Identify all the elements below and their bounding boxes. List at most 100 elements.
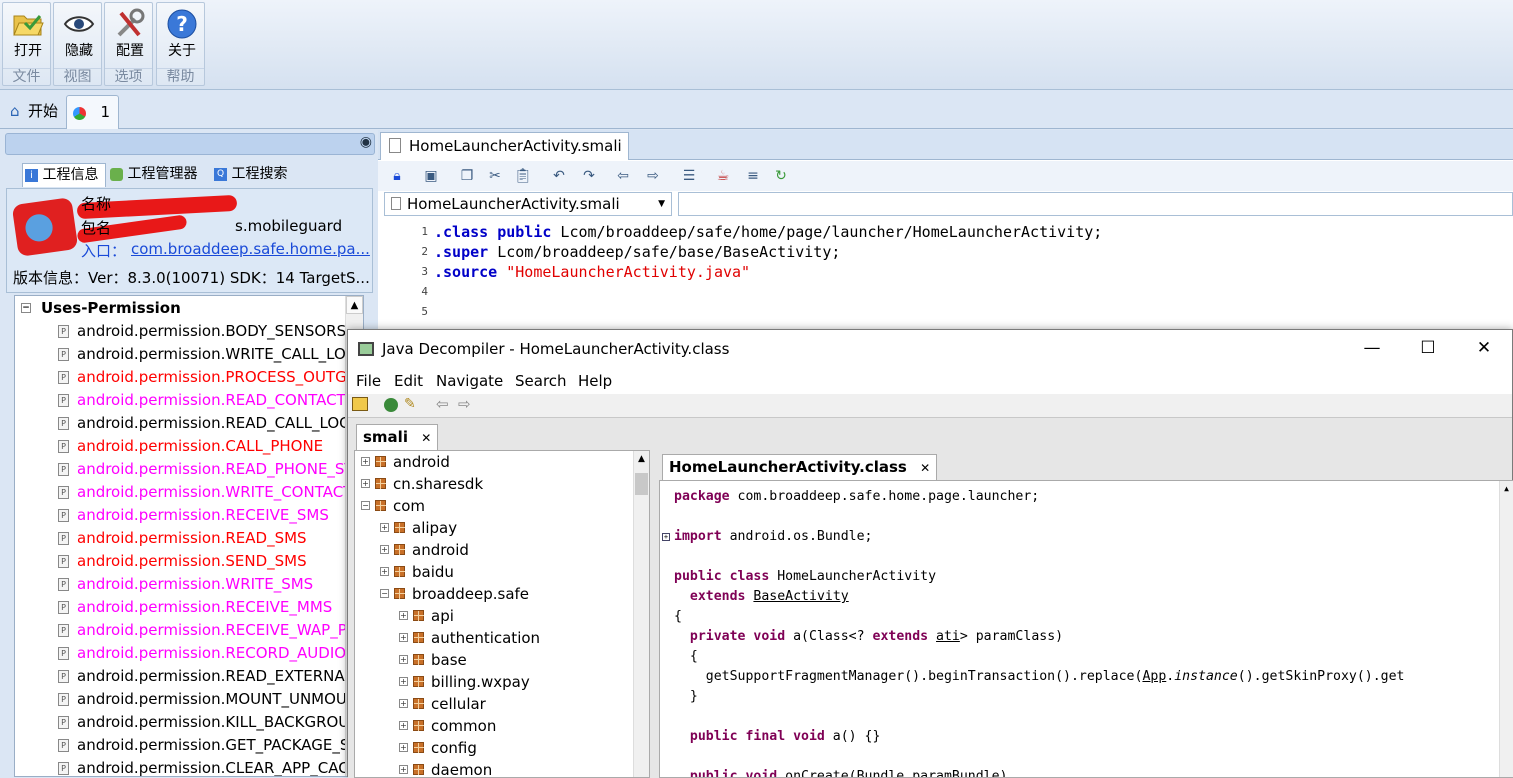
smali-tab[interactable]: smali ✕ [356,424,439,450]
collapse-icon[interactable]: − [21,303,31,313]
tab-home[interactable]: ⌂ 开始 [4,95,64,129]
menu-help[interactable]: Help [578,368,612,394]
permission-item[interactable]: Pandroid.permission.PROCESS_OUTGOING_CAL… [15,366,363,389]
permission-item[interactable]: Pandroid.permission.READ_PHONE_STATE [15,458,363,481]
redo-icon[interactable]: ↷ [580,167,598,185]
permission-item[interactable]: Pandroid.permission.READ_SMS [15,527,363,550]
java-icon[interactable]: ☕︎ [714,167,732,185]
open-button[interactable]: 打开 [3,3,53,71]
menu-file[interactable]: File [356,368,381,394]
collapse-icon[interactable]: − [361,501,370,510]
tree-node[interactable]: + base [355,649,649,671]
type-link[interactable]: ati [936,629,960,644]
tab-project-manager[interactable]: 工程管理器 [110,163,197,187]
tree-node[interactable]: + common [355,715,649,737]
app-link[interactable]: App [1142,669,1166,684]
code-scrollbar[interactable]: ▲ [1499,481,1513,777]
format-icon[interactable]: ☰ [680,167,698,185]
jd-title-bar[interactable]: Java Decompiler - HomeLauncherActivity.c… [348,330,1512,368]
eye-toggle-icon[interactable]: ◉ [360,134,372,150]
permission-item[interactable]: Pandroid.permission.READ_CONTACTS [15,389,363,412]
collapse-icon[interactable]: − [380,589,389,598]
expand-icon[interactable]: + [399,765,408,774]
permission-item[interactable]: Pandroid.permission.SEND_SMS [15,550,363,573]
expand-icon[interactable]: + [399,699,408,708]
hide-panel-button[interactable]: 隐藏面板 [54,3,104,57]
permission-item[interactable]: Pandroid.permission.KILL_BACKGROUND_PROC… [15,711,363,734]
close-tab-icon[interactable]: ✕ [421,431,431,445]
undo-icon[interactable]: ↶ [550,167,568,185]
open-type-icon[interactable] [384,398,398,412]
tree-node[interactable]: + android [355,539,649,561]
tree-scroll-up[interactable]: ▲ [634,451,649,467]
class-tab[interactable]: HomeLauncherActivity.class ✕ [662,454,938,480]
expand-icon[interactable]: + [399,677,408,686]
list-icon[interactable]: ≡ [744,167,762,185]
tree-node[interactable]: + api [355,605,649,627]
tree-scrollbar[interactable]: ▲ [633,451,649,777]
tree-node[interactable]: + config [355,737,649,759]
expand-icon[interactable]: + [380,545,389,554]
permission-item[interactable]: Pandroid.permission.BODY_SENSORS [15,320,363,343]
expand-import-icon[interactable]: + [662,533,670,541]
permission-item[interactable]: Pandroid.permission.RECEIVE_MMS [15,596,363,619]
java-code-area[interactable]: package com.broaddeep.safe.home.page.lau… [659,480,1513,778]
expand-icon[interactable]: + [399,721,408,730]
entry-link[interactable]: com.broaddeep.safe.home.pa... [131,240,370,258]
back-icon[interactable]: ⇦ [614,167,632,185]
member-select[interactable] [678,192,1513,216]
expand-icon[interactable]: + [380,567,389,576]
code-scroll-up[interactable]: ▲ [1500,481,1513,497]
refresh-icon[interactable]: ↻ [772,167,790,185]
menu-edit[interactable]: Edit [394,368,423,394]
package-tree[interactable]: + android + cn.sharesdk − com + alipay + android +… [354,450,650,778]
permission-item[interactable]: Pandroid.permission.CALL_PHONE [15,435,363,458]
paste-icon[interactable]: 📋︎ [514,167,532,185]
close-button[interactable]: ✕ [1456,330,1512,368]
tree-node[interactable]: + android [355,451,649,473]
menu-navigate[interactable]: Navigate [436,368,503,394]
tab-project-info[interactable]: i 工程信息 [22,163,106,187]
search-type-icon[interactable]: ✎ [404,396,416,412]
expand-icon[interactable]: + [361,479,370,488]
copy-icon[interactable]: ❐ [458,167,476,185]
tab-project-search[interactable]: Q 工程搜索 [214,163,287,187]
permission-item[interactable]: Pandroid.permission.WRITE_CONTACTS [15,481,363,504]
tab-project[interactable]: 1 [66,95,119,129]
close-class-tab-icon[interactable]: ✕ [920,461,930,475]
back-arrow-icon[interactable]: ⇦ [436,395,449,413]
base-class-link[interactable]: BaseActivity [753,589,848,604]
config-button[interactable]: 配置 [105,3,155,71]
forward-arrow-icon[interactable]: ⇨ [458,395,471,413]
permission-item[interactable]: Pandroid.permission.GET_PACKAGE_SIZE [15,734,363,757]
permission-item[interactable]: Pandroid.permission.CLEAR_APP_CACHE [15,757,363,776]
permission-item[interactable]: Pandroid.permission.RECORD_AUDIO [15,642,363,665]
tree-node[interactable]: − broaddeep.safe [355,583,649,605]
about-button[interactable]: ? 关于 [157,3,207,71]
minimize-button[interactable]: — [1344,330,1400,368]
tree-node[interactable]: − com [355,495,649,517]
cut-icon[interactable]: ✂ [486,167,504,185]
permission-item[interactable]: Pandroid.permission.MOUNT_UNMOUNT_FILESY… [15,688,363,711]
tree-node[interactable]: + authentication [355,627,649,649]
forward-icon[interactable]: ⇨ [644,167,662,185]
tree-node[interactable]: + cn.sharesdk [355,473,649,495]
dropdown-arrow-icon[interactable]: ▼ [658,193,665,215]
expand-icon[interactable]: + [361,457,370,466]
editor-tab[interactable]: HomeLauncherActivity.smali [380,132,629,160]
tree-node[interactable]: + baidu [355,561,649,583]
expand-icon[interactable]: + [399,633,408,642]
tree-scroll-thumb[interactable] [635,473,648,495]
tree-node[interactable]: + cellular [355,693,649,715]
permission-item[interactable]: Pandroid.permission.RECEIVE_SMS [15,504,363,527]
menu-search[interactable]: Search [515,368,567,394]
tree-node[interactable]: + billing.wxpay [355,671,649,693]
permission-header[interactable]: − Uses-Permission [15,296,363,320]
tree-node[interactable]: + alipay [355,517,649,539]
permission-item[interactable]: Pandroid.permission.READ_CALL_LOG [15,412,363,435]
permission-item[interactable]: Pandroid.permission.RECEIVE_WAP_PUSH [15,619,363,642]
scroll-up-arrow[interactable]: ▲ [346,296,363,314]
lock-icon[interactable]: 🔒︎ [388,167,406,185]
permission-tree[interactable]: − Uses-Permission Pandroid.permission.BO… [14,295,364,777]
save-icon[interactable]: ▣ [422,167,440,185]
